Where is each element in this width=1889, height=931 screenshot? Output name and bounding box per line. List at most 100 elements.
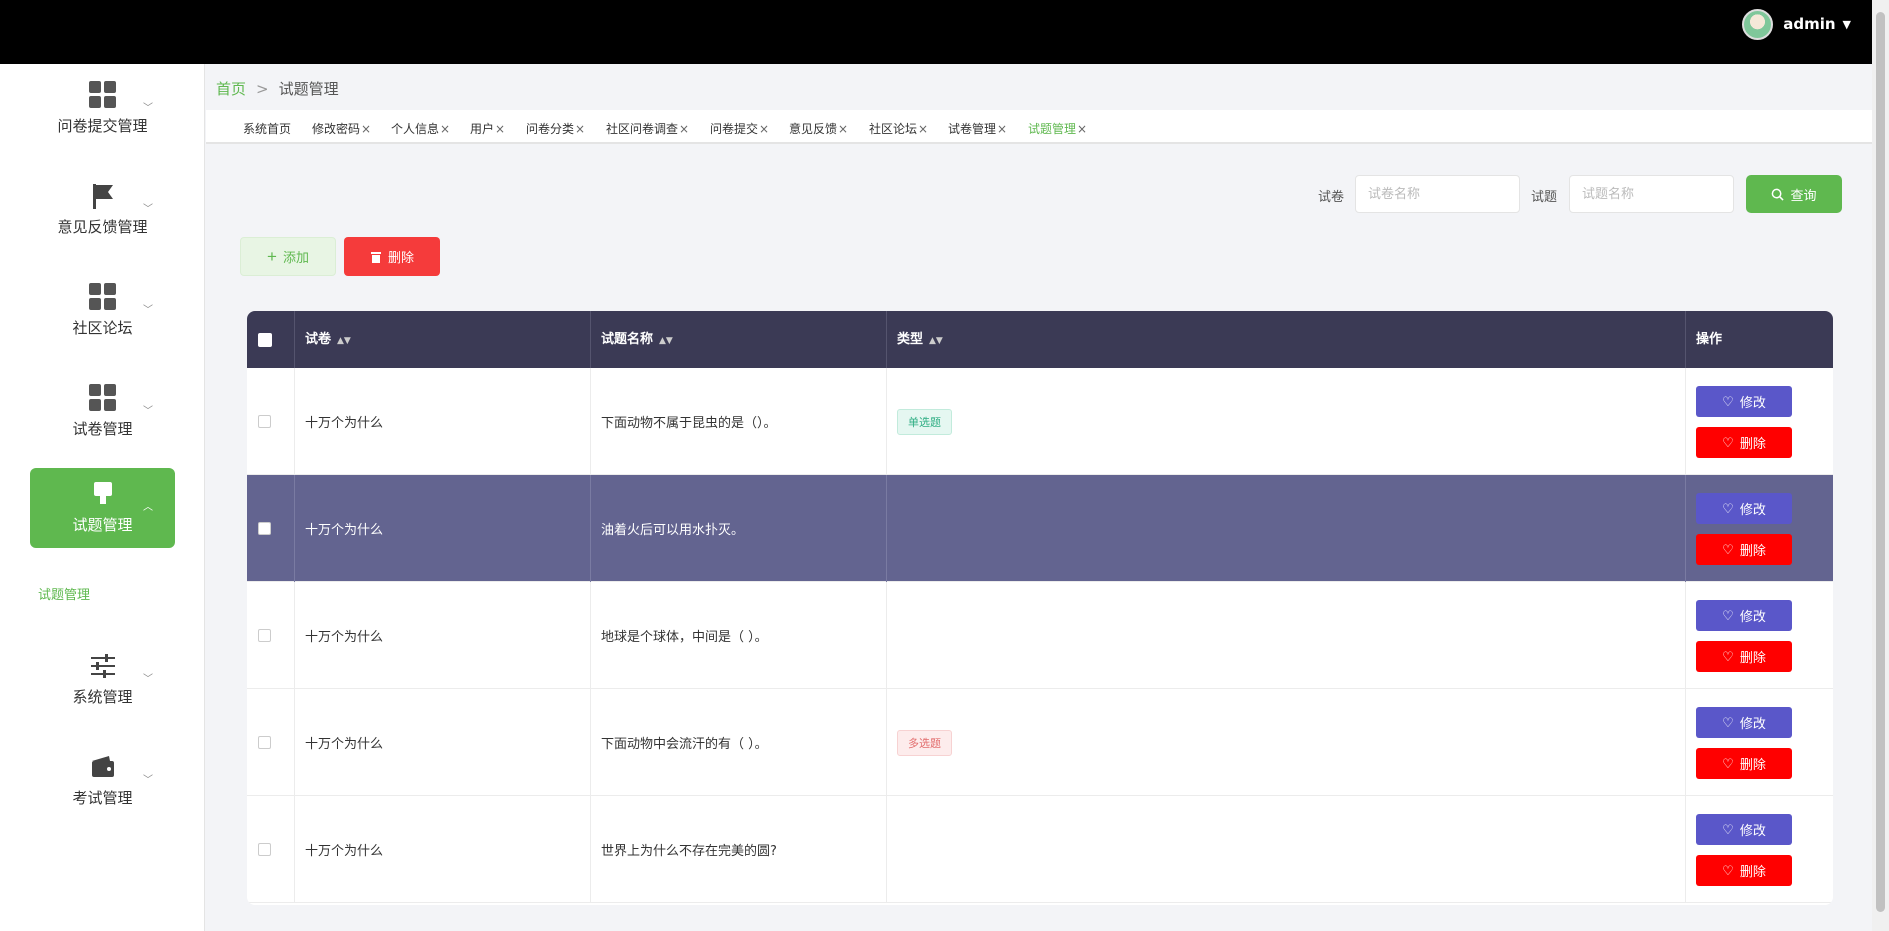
close-icon[interactable]: × (575, 122, 585, 136)
sidebar-item-exams[interactable]: 考试管理 ﹀ (30, 741, 175, 821)
heart-icon: ♡ (1722, 541, 1734, 557)
name-cell: 油着火后可以用水扑灭。 (591, 475, 887, 582)
tab-community-survey[interactable]: 社区问卷调查× (606, 120, 689, 137)
query-button[interactable]: 查询 (1746, 175, 1842, 213)
close-icon[interactable]: × (679, 122, 689, 136)
sidebar-item-label: 系统管理 (72, 688, 133, 706)
edit-button[interactable]: ♡ 修改 (1696, 386, 1792, 417)
delete-button[interactable]: ♡ 删除 (1696, 534, 1792, 565)
row-checkbox[interactable] (258, 415, 271, 428)
chevron-down-icon: ﹀ (143, 305, 153, 316)
name-cell: 地球是个球体，中间是（ ）。 (591, 582, 887, 689)
row-select-cell (247, 368, 295, 475)
chevron-down-icon: ﹀ (143, 775, 153, 786)
close-icon[interactable]: × (838, 122, 848, 136)
sidebar-item-label: 意见反馈管理 (57, 218, 148, 236)
grid-icon (88, 81, 117, 109)
table-row[interactable]: 十万个为什么 地球是个球体，中间是（ ）。 ♡ 修改 ♡ 删除 (247, 582, 1833, 689)
tab-users[interactable]: 用户× (470, 120, 505, 137)
table-row[interactable]: 十万个为什么 下面动物不属于昆虫的是（）。 单选题 ♡ 修改 ♡ 删除 (247, 368, 1833, 475)
type-cell (887, 796, 1686, 903)
close-icon[interactable]: × (495, 122, 505, 136)
sidebar-item-questions[interactable]: 试题管理 ︿ (30, 468, 175, 548)
name-cell: 世界上为什么不存在完美的圆? (591, 796, 887, 903)
tab-label: 社区问卷调查 (606, 122, 679, 136)
tab-home[interactable]: 系统首页 (243, 120, 291, 137)
sidebar-item-questionnaire-submit[interactable]: 问卷提交管理 ﹀ (30, 69, 175, 149)
row-checkbox[interactable] (258, 736, 271, 749)
delete-button[interactable]: ♡ 删除 (1696, 427, 1792, 458)
row-checkbox[interactable] (258, 843, 271, 856)
breadcrumb-current: 试题管理 (278, 80, 339, 98)
sidebar-item-forum[interactable]: 社区论坛 ﹀ (30, 271, 175, 351)
edit-button[interactable]: ♡ 修改 (1696, 814, 1792, 845)
sidebar-subitem-questions[interactable]: 试题管理 (38, 584, 90, 603)
tab-change-password[interactable]: 修改密码× (312, 120, 371, 137)
delete-button[interactable]: ♡ 删除 (1696, 641, 1792, 672)
tab-questionnaire-category[interactable]: 问卷分类× (526, 120, 585, 137)
close-icon[interactable]: × (1077, 122, 1087, 136)
tab-questionnaire-submit[interactable]: 问卷提交× (710, 120, 769, 137)
sliders-icon (89, 652, 117, 680)
column-header-type[interactable]: 类型 ▲▼ (887, 311, 1686, 368)
user-menu[interactable]: admin ▼ (1742, 8, 1851, 40)
name-cell: 下面动物中会流汗的有（ ）。 (591, 689, 887, 796)
table-row[interactable]: 十万个为什么 油着火后可以用水扑灭。 ♡ 修改 ♡ 删除 (247, 475, 1833, 582)
add-button[interactable]: + 添加 (240, 237, 336, 276)
tab-profile[interactable]: 个人信息× (391, 120, 450, 137)
delete-button[interactable]: ♡ 删除 (1696, 855, 1792, 886)
close-icon[interactable]: × (361, 122, 371, 136)
question-search-label: 试题 (1531, 190, 1558, 205)
sort-icon[interactable]: ▲▼ (929, 336, 943, 346)
tab-label: 修改密码 (312, 122, 361, 136)
paper-cell: 十万个为什么 (295, 582, 591, 689)
tab-papers[interactable]: 试卷管理× (948, 120, 1007, 137)
close-icon[interactable]: × (918, 122, 928, 136)
heart-icon: ♡ (1722, 500, 1734, 516)
row-checkbox[interactable] (258, 629, 271, 642)
tab-forum[interactable]: 社区论坛× (869, 120, 928, 137)
question-search-input[interactable] (1569, 175, 1734, 213)
heart-icon: ♡ (1722, 434, 1734, 450)
sidebar-item-system[interactable]: 系统管理 ﹀ (30, 640, 175, 720)
paper-search-input[interactable] (1355, 175, 1520, 213)
select-all-checkbox[interactable] (258, 332, 272, 347)
breadcrumb-home[interactable]: 首页 (216, 80, 246, 98)
tab-label: 试题管理 (1028, 122, 1077, 136)
column-header-label: 操作 (1696, 332, 1723, 347)
sidebar-item-feedback[interactable]: 意见反馈管理 ﹀ (30, 170, 175, 250)
edit-button[interactable]: ♡ 修改 (1696, 707, 1792, 738)
scrollbar-thumb[interactable] (1876, 12, 1885, 912)
chevron-down-icon: ﹀ (143, 204, 153, 215)
delete-button[interactable]: ♡ 删除 (1696, 748, 1792, 779)
sidebar-item-papers[interactable]: 试卷管理 ﹀ (30, 372, 175, 452)
sidebar: 问卷提交管理 ﹀ 意见反馈管理 ﹀ 社区论坛 ﹀ 试卷管理 ﹀ 试题管理 ︿ 试… (0, 64, 205, 931)
edit-button[interactable]: ♡ 修改 (1696, 493, 1792, 524)
table-row[interactable]: 十万个为什么 下面动物中会流汗的有（ ）。 多选题 ♡ 修改 ♡ 删除 (247, 689, 1833, 796)
column-header-label: 类型 (897, 332, 924, 347)
column-header-name[interactable]: 试题名称 ▲▼ (591, 311, 887, 368)
tab-questions[interactable]: 试题管理× (1028, 120, 1087, 137)
row-checkbox[interactable] (258, 522, 271, 535)
sidebar-item-label: 考试管理 (72, 789, 133, 807)
edit-button[interactable]: ♡ 修改 (1696, 600, 1792, 631)
column-header-paper[interactable]: 试卷 ▲▼ (295, 311, 591, 368)
caret-down-icon: ▼ (1842, 17, 1851, 31)
heart-icon: ♡ (1722, 862, 1734, 878)
paper-cell: 十万个为什么 (295, 796, 591, 903)
row-select-cell (247, 475, 295, 582)
close-icon[interactable]: × (440, 122, 450, 136)
table-row[interactable]: 十万个为什么 世界上为什么不存在完美的圆? ♡ 修改 ♡ 删除 (247, 796, 1833, 903)
trash-icon (370, 251, 381, 263)
page-scrollbar[interactable] (1872, 0, 1889, 931)
sort-icon[interactable]: ▲▼ (337, 336, 351, 346)
close-icon[interactable]: × (759, 122, 769, 136)
batch-delete-button[interactable]: 删除 (344, 237, 440, 276)
heart-icon: ♡ (1722, 393, 1734, 409)
tab-feedback[interactable]: 意见反馈× (789, 120, 848, 137)
edit-button-label: 修改 (1739, 716, 1766, 731)
heart-icon: ♡ (1722, 714, 1734, 730)
paper-cell: 十万个为什么 (295, 475, 591, 582)
sort-icon[interactable]: ▲▼ (659, 336, 673, 346)
close-icon[interactable]: × (997, 122, 1007, 136)
